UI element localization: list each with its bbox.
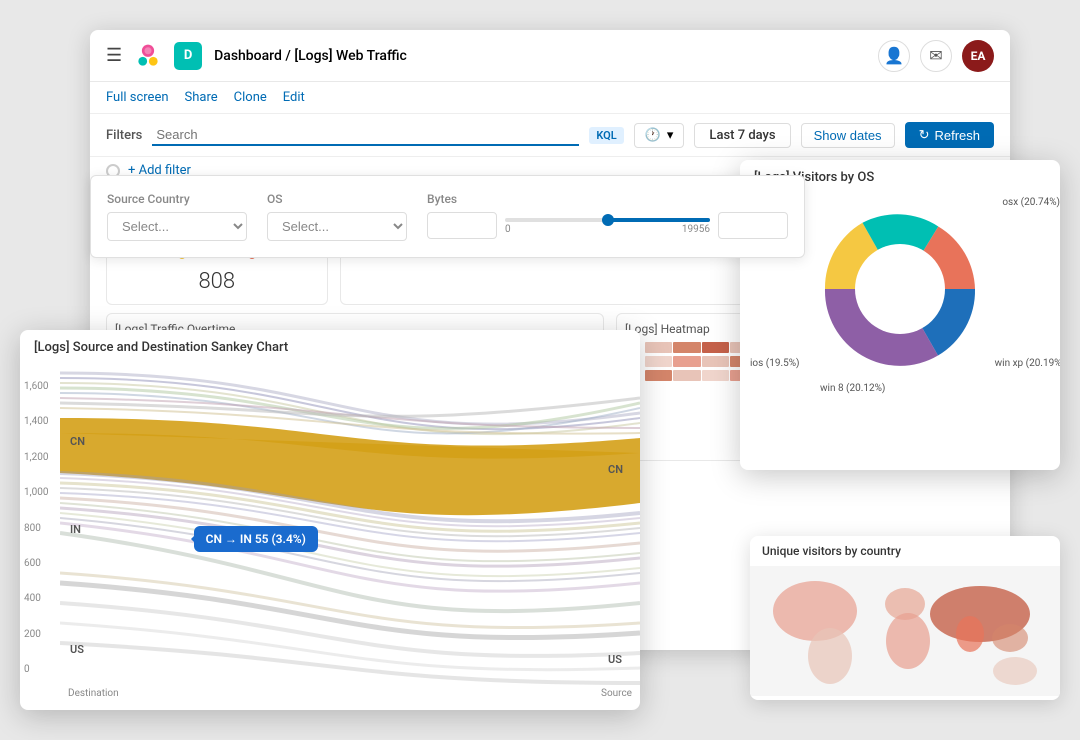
world-map-svg (750, 566, 1060, 696)
edit-link[interactable]: Edit (283, 90, 305, 105)
sankey-y-labels: 1,600 1,400 1,200 1,000 800 600 400 200 … (20, 381, 60, 675)
hamburger-icon[interactable]: ☰ (106, 45, 122, 66)
nav-icons: 👤 ✉ EA (878, 40, 994, 72)
user-icon-button[interactable]: 👤 (878, 40, 910, 72)
refresh-icon: ↻ (919, 127, 930, 143)
time-display: Last 7 days (694, 123, 790, 148)
range-track (505, 218, 710, 222)
sankey-svg: CN IN US CN US (60, 361, 640, 705)
kql-badge[interactable]: KQL (589, 127, 623, 144)
refresh-label: Refresh (934, 128, 980, 143)
gauge-808-value: 808 (117, 269, 317, 294)
range-thumb[interactable] (602, 214, 614, 226)
bytes-range: 0 19956 (505, 216, 710, 236)
y-1200: 1,200 (24, 452, 56, 463)
filter-panel: Source Country Select... OS Select... By… (90, 175, 805, 258)
y-1000: 1,000 (24, 487, 56, 498)
full-screen-link[interactable]: Full screen (106, 90, 169, 105)
bytes-min-input[interactable] (427, 212, 497, 239)
filters-label: Filters (106, 128, 142, 143)
sub-nav: Full screen Share Clone Edit (90, 82, 1010, 114)
nav-bar: ☰ D Dashboard / [Logs] Web Traffic 👤 ✉ E… (90, 30, 1010, 82)
y-400: 400 (24, 593, 56, 604)
mail-icon-button[interactable]: ✉ (920, 40, 952, 72)
breadcrumb-main: [Logs] Web Traffic (294, 48, 407, 64)
bytes-max-input[interactable] (718, 212, 788, 239)
breadcrumb-prefix: Dashboard / (214, 48, 294, 64)
avatar[interactable]: EA (962, 40, 994, 72)
winxp-label: win xp (20.19%) (995, 358, 1060, 369)
svg-text:CN: CN (608, 463, 623, 476)
app-icon: D (174, 42, 202, 70)
range-min-label: 0 (505, 224, 511, 235)
sankey-window: [Logs] Source and Destination Sankey Cha… (20, 330, 640, 710)
svg-text:US: US (70, 643, 84, 656)
donut-chart: osx (20.74%) win xp (20.19%) win 8 (20.1… (800, 189, 1000, 389)
range-max-label: 19956 (682, 224, 710, 235)
range-fill (608, 218, 711, 222)
svg-text:CN: CN (70, 435, 85, 448)
svg-text:US: US (608, 653, 622, 666)
svg-text:IN: IN (70, 523, 81, 536)
y-600: 600 (24, 558, 56, 569)
time-dropdown-arrow: ▾ (667, 128, 674, 143)
clock-icon: 🕐 (645, 128, 661, 143)
clone-link[interactable]: Clone (234, 90, 267, 105)
bytes-group: Bytes 0 19956 (427, 192, 788, 239)
map-title: Unique visitors by country (750, 536, 1060, 566)
y-200: 200 (24, 629, 56, 640)
search-input[interactable] (152, 125, 579, 146)
y-800: 800 (24, 523, 56, 534)
time-selector[interactable]: 🕐 ▾ (634, 123, 685, 148)
os-select[interactable]: Select... (267, 212, 407, 241)
osx-label: osx (20.74%) (1002, 197, 1060, 208)
sankey-x-labels: Destination Source (60, 688, 640, 699)
source-country-group: Source Country Select... (107, 192, 247, 241)
share-link[interactable]: Share (185, 90, 218, 105)
refresh-button[interactable]: ↻ Refresh (905, 122, 994, 148)
sankey-tooltip: CN → IN 55 (3.4%) (194, 526, 318, 552)
filter-bar: Filters KQL 🕐 ▾ Last 7 days Show dates ↻… (90, 114, 1010, 157)
bytes-inputs: 0 19956 (427, 212, 788, 239)
source-country-label: Source Country (107, 192, 247, 206)
sankey-title: [Logs] Source and Destination Sankey Cha… (20, 330, 640, 361)
sankey-body: 1,600 1,400 1,200 1,000 800 600 400 200 … (20, 361, 640, 705)
donut-svg (800, 189, 1000, 389)
os-group: OS Select... (267, 192, 407, 241)
show-dates-button[interactable]: Show dates (801, 123, 895, 148)
win8-label: win 8 (20.12%) (820, 383, 885, 394)
source-country-select[interactable]: Select... (107, 212, 247, 241)
bytes-label: Bytes (427, 192, 788, 206)
os-label: OS (267, 192, 407, 206)
breadcrumb: Dashboard / [Logs] Web Traffic (214, 48, 866, 64)
kibana-logo (134, 42, 162, 70)
y-1600: 1,600 (24, 381, 56, 392)
y-0: 0 (24, 664, 56, 675)
x-source: Source (601, 688, 632, 699)
y-1400: 1,400 (24, 416, 56, 427)
x-destination: Destination (68, 688, 119, 699)
ios-label: ios (19.5%) (750, 358, 800, 369)
map-panel: Unique visitors by country (750, 536, 1060, 700)
